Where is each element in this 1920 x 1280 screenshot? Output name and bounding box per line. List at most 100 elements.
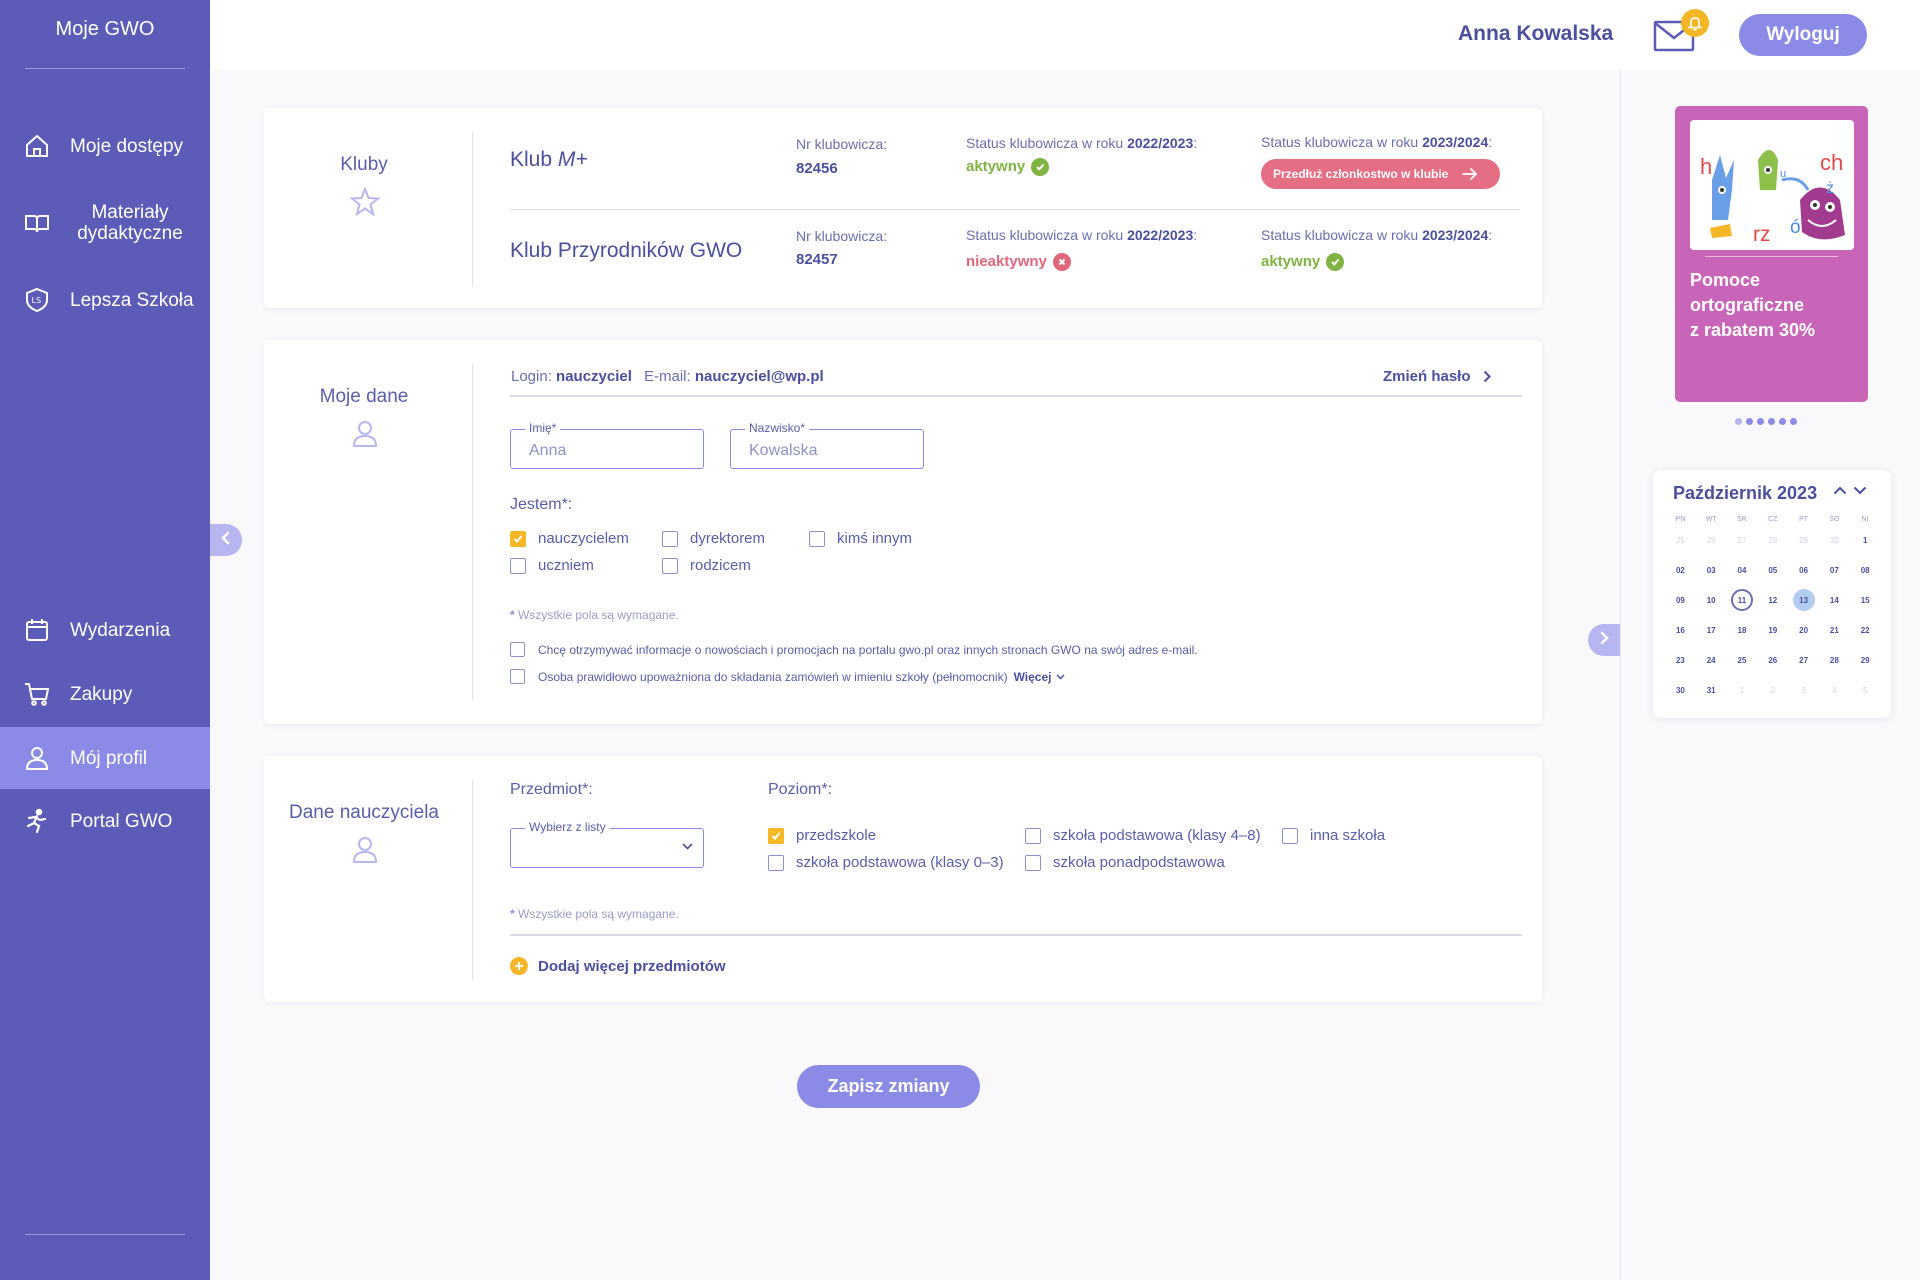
calendar-day[interactable]: 11 — [1727, 585, 1758, 615]
calendar-day[interactable]: 06 — [1788, 555, 1819, 585]
calendar-day[interactable]: 08 — [1850, 555, 1881, 585]
calendar-day[interactable]: 3 — [1788, 675, 1819, 705]
chevron-up-icon[interactable] — [1833, 486, 1847, 495]
calendar-day[interactable]: 19 — [1757, 615, 1788, 645]
calendar-day[interactable]: 21 — [1819, 615, 1850, 645]
calendar-day[interactable]: 4 — [1819, 675, 1850, 705]
chevron-down-icon[interactable] — [1853, 486, 1867, 495]
calendar-day[interactable]: 24 — [1696, 645, 1727, 675]
last-name-input[interactable] — [749, 442, 909, 460]
calendar-weekday: PN — [1675, 516, 1686, 523]
right-panel-toggle-button[interactable] — [1588, 624, 1620, 656]
more-link[interactable]: Więcej — [1014, 670, 1065, 684]
calendar-day[interactable]: 14 — [1819, 585, 1850, 615]
user-icon — [349, 834, 381, 871]
calendar-day[interactable]: 28 — [1757, 525, 1788, 555]
change-password-link[interactable]: Zmień hasło — [1383, 368, 1491, 385]
first-name-field[interactable]: Imię* — [510, 421, 704, 469]
carousel-dot[interactable] — [1790, 418, 1797, 425]
calendar-day[interactable]: 26 — [1696, 525, 1727, 555]
calendar-day[interactable]: 30 — [1665, 675, 1696, 705]
add-subject-button[interactable]: Dodaj więcej przedmiotów — [510, 957, 726, 975]
sidebar-item-wydarzenia[interactable]: Wydarzenia — [0, 599, 210, 661]
sidebar-item-moj-profil[interactable]: Mój profil — [0, 727, 210, 789]
calendar-day[interactable]: 15 — [1850, 585, 1881, 615]
calendar-day[interactable]: 5 — [1850, 675, 1881, 705]
calendar-day[interactable]: 09 — [1665, 585, 1696, 615]
calendar-day[interactable]: 26 — [1757, 645, 1788, 675]
sidebar-collapse-button[interactable] — [210, 524, 242, 556]
calendar-day[interactable]: 29 — [1788, 525, 1819, 555]
carousel-dot[interactable] — [1757, 418, 1764, 425]
calendar-day[interactable]: 12 — [1757, 585, 1788, 615]
email-info: E-mail: nauczyciel@wp.pl — [644, 368, 824, 385]
promo-banner[interactable]: h ch u ż rz ó Pomoce ortograficzne z rab… — [1675, 106, 1868, 402]
level-checkbox-inna-szkola[interactable]: inna szkoła — [1282, 827, 1385, 844]
brand-title[interactable]: Moje GWO — [0, 18, 210, 41]
level-checkbox-przedszkole[interactable]: przedszkole — [768, 827, 876, 844]
first-name-input[interactable] — [529, 442, 689, 460]
sidebar-item-lepsza-szkola[interactable]: LS Lepsza Szkoła — [0, 269, 210, 331]
calendar-month-title: Październik 2023 — [1673, 483, 1818, 503]
user-name[interactable]: Anna Kowalska — [1458, 22, 1613, 46]
calendar-day[interactable]: 1 — [1727, 675, 1758, 705]
calendar-day[interactable]: 27 — [1727, 525, 1758, 555]
consent-proxy-checkbox[interactable]: Osoba prawidłowo upoważniona do składani… — [510, 669, 1065, 684]
calendar-day[interactable]: 29 — [1850, 645, 1881, 675]
carousel-dot[interactable] — [1768, 418, 1775, 425]
calendar-weekday: ŚR — [1737, 516, 1747, 523]
logout-button[interactable]: Wyloguj — [1739, 14, 1867, 56]
sidebar-item-zakupy[interactable]: Zakupy — [0, 663, 210, 725]
calendar-day[interactable]: 31 — [1696, 675, 1727, 705]
consent-newsletter-checkbox[interactable]: Chcę otrzymywać informacje o nowościach … — [510, 642, 1198, 657]
calendar-day[interactable]: 23 — [1665, 645, 1696, 675]
calendar-day[interactable]: 17 — [1696, 615, 1727, 645]
sidebar-item-label: Portal GWO — [70, 810, 173, 832]
carousel-dot[interactable] — [1735, 418, 1742, 425]
chevron-right-icon — [1598, 631, 1610, 650]
calendar-day[interactable]: 25 — [1727, 645, 1758, 675]
calendar-day[interactable]: 13 — [1788, 585, 1819, 615]
calendar-day[interactable]: 30 — [1819, 525, 1850, 555]
calendar-day[interactable]: 05 — [1757, 555, 1788, 585]
calendar-week-row: 25 26 27 28 29 30 1 — [1665, 525, 1881, 555]
role-checkbox-dyrektorem[interactable]: dyrektorem — [662, 530, 765, 547]
role-checkbox-nauczycielem[interactable]: nauczycielem — [510, 530, 629, 547]
calendar-day[interactable]: 2 — [1757, 675, 1788, 705]
sidebar-item-label: Lepsza Szkoła — [70, 289, 194, 311]
checkbox-checked-icon — [768, 827, 784, 844]
role-checkbox-kims-innym[interactable]: kimś innym — [809, 530, 912, 547]
level-checkbox-sp-4-8[interactable]: szkoła podstawowa (klasy 4–8) — [1025, 827, 1261, 844]
level-checkbox-ponadpodstawowa[interactable]: szkoła ponadpodstawowa — [1025, 854, 1225, 871]
level-checkbox-sp-0-3[interactable]: szkoła podstawowa (klasy 0–3) — [768, 854, 1004, 871]
calendar-day[interactable]: 04 — [1727, 555, 1758, 585]
calendar-day[interactable]: 18 — [1727, 615, 1758, 645]
sidebar-item-moje-dostepy[interactable]: Moje dostępy — [0, 115, 210, 177]
calendar-day[interactable]: 27 — [1788, 645, 1819, 675]
calendar-day[interactable]: 07 — [1819, 555, 1850, 585]
save-button[interactable]: Zapisz zmiany — [797, 1065, 980, 1108]
carousel-dot[interactable] — [1746, 418, 1753, 425]
subject-select[interactable]: Wybierz z listy — [510, 820, 704, 868]
calendar-day[interactable]: 16 — [1665, 615, 1696, 645]
star-icon — [349, 186, 381, 223]
notification-bell-icon[interactable] — [1681, 9, 1709, 37]
carousel-dot[interactable] — [1779, 418, 1786, 425]
last-name-field[interactable]: Nazwisko* — [730, 421, 924, 469]
calendar-day[interactable]: 25 — [1665, 525, 1696, 555]
role-checkbox-rodzicem[interactable]: rodzicem — [662, 557, 751, 574]
promo-illustration: h ch u ż rz ó — [1690, 120, 1854, 250]
calendar-day[interactable]: 22 — [1850, 615, 1881, 645]
calendar-day[interactable]: 02 — [1665, 555, 1696, 585]
calendar-day[interactable]: 1 — [1850, 525, 1881, 555]
sidebar-item-portal-gwo[interactable]: Portal GWO — [0, 790, 210, 852]
calendar-day[interactable]: 20 — [1788, 615, 1819, 645]
shield-ls-icon: LS — [22, 285, 52, 315]
extend-membership-button[interactable]: Przedłuż członkostwo w klubie — [1261, 159, 1500, 189]
calendar-day[interactable]: 28 — [1819, 645, 1850, 675]
calendar-day[interactable]: 10 — [1696, 585, 1727, 615]
role-checkbox-uczniem[interactable]: uczniem — [510, 557, 594, 574]
sidebar: Moje GWO Moje dostępy Materiały dydaktyc… — [0, 0, 210, 1280]
sidebar-item-materialy-dydaktyczne[interactable]: Materiały dydaktyczne — [0, 192, 210, 254]
calendar-day[interactable]: 03 — [1696, 555, 1727, 585]
